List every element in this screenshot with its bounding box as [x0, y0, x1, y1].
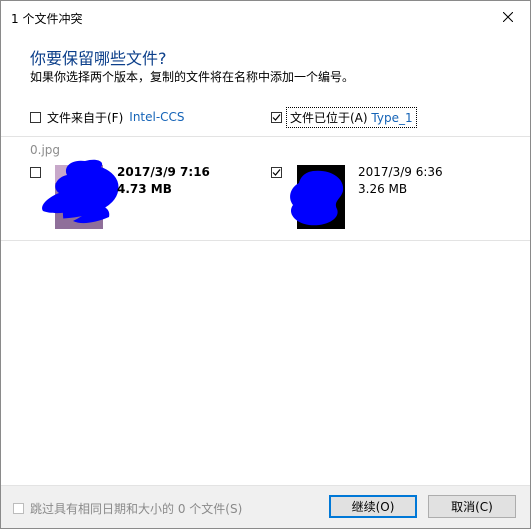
- dialog-subheading: 如果你选择两个版本，复制的文件将在名称中添加一个编号。: [30, 70, 355, 84]
- checkmark-icon: [272, 113, 281, 121]
- continue-button[interactable]: 继续(O): [329, 495, 417, 518]
- window-title: 1 个文件冲突: [11, 12, 83, 26]
- skip-same-files-label: 跳过具有相同日期和大小的 0 个文件(S): [30, 502, 243, 516]
- header-divider: [1, 136, 530, 137]
- source-location-link[interactable]: Intel-CCS: [129, 110, 184, 124]
- destination-file-date: 2017/3/9 6:36: [358, 165, 443, 179]
- title-bar: 1 个文件冲突: [1, 1, 530, 33]
- source-file-date: 2017/3/9 7:16: [117, 165, 210, 179]
- destination-select-all[interactable]: 文件已位于(A) Type_1: [271, 106, 417, 128]
- destination-label-group: 文件已位于(A) Type_1: [286, 106, 417, 128]
- source-label: 文件来自于(F): [47, 110, 124, 125]
- skip-same-files-option[interactable]: 跳过具有相同日期和大小的 0 个文件(S): [13, 500, 242, 517]
- destination-all-checkbox[interactable]: [271, 111, 282, 123]
- file-row-divider: [1, 240, 530, 241]
- skip-same-files-checkbox[interactable]: [13, 503, 24, 514]
- dialog-heading: 你要保留哪些文件?: [30, 49, 167, 68]
- file-conflict-dialog: 1 个文件冲突 你要保留哪些文件? 如果你选择两个版本，复制的文件将在名称中添加…: [0, 0, 531, 529]
- destination-file-size: 3.26 MB: [358, 182, 408, 196]
- cancel-button[interactable]: 取消(C): [428, 495, 516, 518]
- source-all-checkbox[interactable]: [30, 111, 41, 123]
- source-select-all[interactable]: 文件来自于(F) Intel-CCS: [30, 109, 185, 125]
- close-button[interactable]: [486, 1, 530, 33]
- source-file-size: 4.73 MB: [117, 182, 172, 196]
- redaction-scribble: [290, 170, 344, 226]
- redaction-scribble: [42, 159, 119, 224]
- dialog-footer: 跳过具有相同日期和大小的 0 个文件(S) 继续(O) 取消(C): [1, 485, 530, 528]
- close-icon: [503, 12, 513, 22]
- destination-location-link[interactable]: Type_1: [371, 111, 412, 125]
- destination-label: 文件已位于(A): [290, 110, 368, 125]
- destination-file-checkbox[interactable]: [271, 167, 282, 178]
- checkmark-icon: [272, 169, 281, 176]
